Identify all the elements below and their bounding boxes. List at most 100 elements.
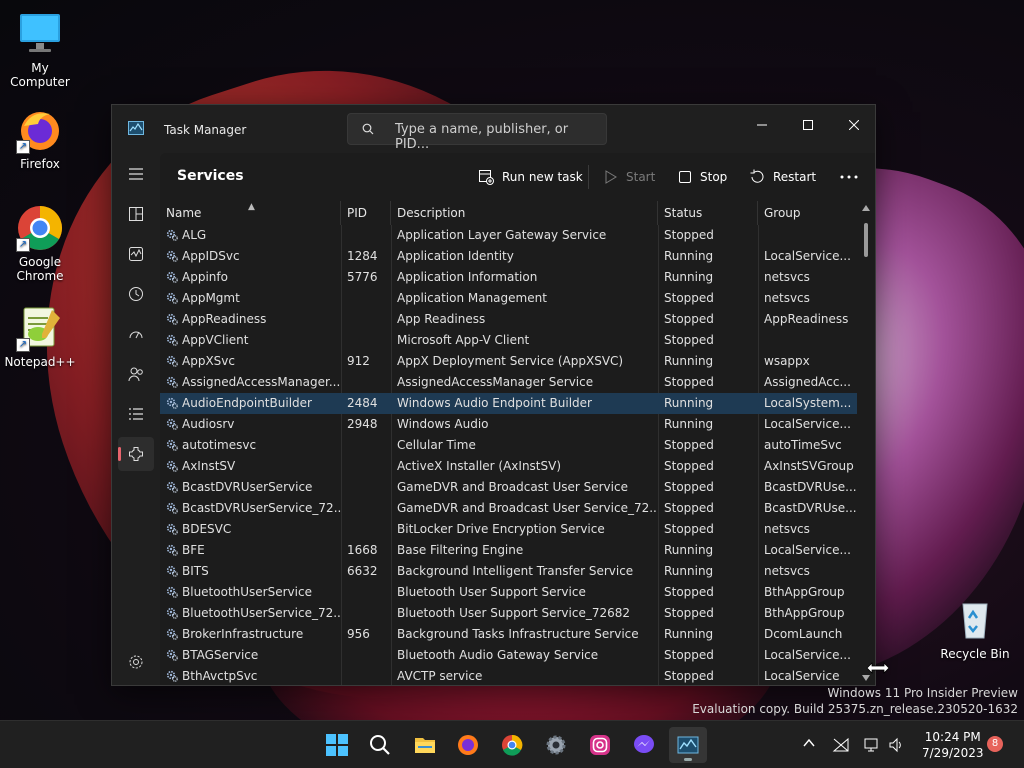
table-row[interactable]: BcastDVRUserService GameDVR and Broadcast… bbox=[160, 477, 857, 498]
start-button[interactable]: Start bbox=[604, 165, 655, 189]
column-header-description[interactable]: Description bbox=[391, 201, 658, 225]
table-row[interactable]: autotimesvc Cellular Time Stopped autoTimeS… bbox=[160, 435, 857, 456]
cell-group: LocalService... bbox=[758, 246, 857, 267]
stop-button[interactable]: Stop bbox=[678, 165, 727, 189]
column-header-name[interactable]: Name ▲ bbox=[160, 201, 341, 225]
table-row[interactable]: AssignedAccessManager... AssignedAccessMa… bbox=[160, 372, 857, 393]
desktop-icon-recycle-bin[interactable]: Recycle Bin bbox=[935, 596, 1015, 661]
start-button-taskbar[interactable] bbox=[318, 727, 356, 763]
notification-badge[interactable]: 8 bbox=[987, 736, 1003, 752]
cell-group-text: LocalService... bbox=[764, 249, 851, 263]
network-disconnected-icon[interactable] bbox=[832, 737, 850, 753]
search-input[interactable]: Type a name, publisher, or PID... bbox=[395, 122, 606, 152]
taskbar-settings[interactable] bbox=[537, 727, 575, 763]
nav-processes[interactable] bbox=[118, 197, 154, 231]
more-options-button[interactable] bbox=[840, 165, 858, 189]
restart-button[interactable]: Restart bbox=[749, 165, 816, 189]
cell-description: Windows Audio bbox=[391, 414, 658, 435]
cell-status-text: Stopped bbox=[664, 228, 714, 242]
column-header-status[interactable]: Status bbox=[658, 201, 758, 225]
cell-pid bbox=[341, 498, 391, 519]
run-new-task-button[interactable]: Run new task bbox=[478, 165, 583, 189]
table-row[interactable]: BFE 1668 Base Filtering Engine Running Local… bbox=[160, 540, 857, 561]
search-box[interactable]: Type a name, publisher, or PID... bbox=[347, 113, 607, 152]
table-row[interactable]: BITS 6632 Background Intelligent Transfer … bbox=[160, 561, 857, 582]
hamburger-menu-button[interactable] bbox=[118, 157, 154, 191]
column-header-label: Status bbox=[664, 206, 703, 220]
column-header-label: Group bbox=[764, 206, 801, 220]
cell-pid: 912 bbox=[341, 351, 391, 372]
table-row[interactable]: BDESVC BitLocker Drive Encryption Service… bbox=[160, 519, 857, 540]
scroll-up-icon[interactable] bbox=[862, 205, 870, 211]
table-row[interactable]: AppIDSvc 1284 Application Identity Running L… bbox=[160, 246, 857, 267]
table-row[interactable]: BrokerInfrastructure 956 Background Tasks … bbox=[160, 624, 857, 645]
vertical-scrollbar[interactable] bbox=[857, 201, 875, 685]
cell-group-text: BcastDVRUse... bbox=[764, 501, 857, 515]
taskbar-firefox[interactable] bbox=[449, 727, 487, 763]
volume-icon[interactable] bbox=[888, 737, 904, 753]
cell-description: Base Filtering Engine bbox=[391, 540, 658, 561]
cell-description: Application Management bbox=[391, 288, 658, 309]
minimize-icon bbox=[757, 124, 767, 126]
cell-description: GameDVR and Broadcast User Service bbox=[391, 477, 658, 498]
desktop-icon-my-computer[interactable]: My Computer bbox=[0, 10, 80, 89]
nav-users[interactable] bbox=[118, 357, 154, 391]
table-row[interactable]: AppMgmt Application Management Stopped nets… bbox=[160, 288, 857, 309]
play-icon bbox=[605, 170, 617, 184]
close-button[interactable] bbox=[831, 111, 877, 141]
desktop-icon-firefox[interactable]: ↗ Firefox bbox=[0, 106, 80, 171]
table-row[interactable]: BTAGService Bluetooth Audio Gateway Servi… bbox=[160, 645, 857, 666]
cell-pid bbox=[341, 288, 391, 309]
column-header-group[interactable]: Group bbox=[758, 201, 857, 225]
table-row[interactable]: BthAvctpSvc AVCTP service Stopped LocalServ… bbox=[160, 666, 857, 685]
cell-description-text: Cellular Time bbox=[397, 438, 476, 452]
chevron-up-icon[interactable] bbox=[803, 737, 815, 749]
table-row[interactable]: BluetoothUserService Bluetooth User Suppo… bbox=[160, 582, 857, 603]
users-icon bbox=[128, 367, 143, 382]
cell-group: BcastDVRUse... bbox=[758, 498, 857, 519]
minimize-button[interactable] bbox=[739, 111, 785, 141]
taskbar-messenger[interactable] bbox=[625, 727, 663, 763]
cell-group: LocalService... bbox=[758, 645, 857, 666]
taskbar-task-manager[interactable] bbox=[669, 727, 707, 763]
table-row[interactable]: Audiosrv 2948 Windows Audio Running LocalSer… bbox=[160, 414, 857, 435]
cell-status: Running bbox=[658, 414, 758, 435]
monitor-icon bbox=[16, 10, 64, 58]
cell-status: Running bbox=[658, 351, 758, 372]
scroll-down-icon[interactable] bbox=[862, 675, 870, 681]
cell-description: Bluetooth User Support Service_72682 bbox=[391, 603, 658, 624]
table-row[interactable]: AppXSvc 912 AppX Deployment Service (AppXS… bbox=[160, 351, 857, 372]
scrollbar-thumb[interactable] bbox=[864, 223, 868, 257]
nav-settings[interactable] bbox=[118, 645, 154, 679]
cell-status-text: Stopped bbox=[664, 648, 714, 662]
table-row[interactable]: BcastDVRUserService_72... GameDVR and Bro… bbox=[160, 498, 857, 519]
title-bar[interactable]: Task Manager Type a name, publisher, or … bbox=[112, 105, 875, 153]
taskbar-instagram[interactable] bbox=[581, 727, 619, 763]
system-clock[interactable]: 10:24 PM 7/29/2023 bbox=[922, 729, 984, 761]
desktop-icon-notepadpp[interactable]: ↗ Notepad++ bbox=[0, 304, 80, 369]
table-row[interactable]: AxInstSV ActiveX Installer (AxInstSV) Stop… bbox=[160, 456, 857, 477]
nav-startup-apps[interactable] bbox=[118, 317, 154, 351]
table-row[interactable]: BluetoothUserService_72... Bluetooth User… bbox=[160, 603, 857, 624]
taskbar-chrome[interactable] bbox=[493, 727, 531, 763]
table-row[interactable]: Appinfo 5776 Application Information Runnin… bbox=[160, 267, 857, 288]
service-gear-icon bbox=[166, 397, 178, 409]
cell-description: AppX Deployment Service (AppXSVC) bbox=[391, 351, 658, 372]
table-row[interactable]: AppVClient Microsoft App-V Client Stopped bbox=[160, 330, 857, 351]
table-row[interactable]: ALG Application Layer Gateway Service Stop… bbox=[160, 225, 857, 246]
nav-services[interactable] bbox=[118, 437, 154, 471]
taskbar-search-button[interactable] bbox=[361, 727, 399, 763]
cell-pid: 956 bbox=[341, 624, 391, 645]
display-icon[interactable] bbox=[864, 737, 880, 753]
nav-performance[interactable] bbox=[118, 237, 154, 271]
cell-name: BthAvctpSvc bbox=[160, 666, 341, 685]
table-row[interactable]: AppReadiness App Readiness Stopped AppReadi… bbox=[160, 309, 857, 330]
nav-app-history[interactable] bbox=[118, 277, 154, 311]
column-header-pid[interactable]: PID bbox=[341, 201, 391, 225]
cell-group: BthAppGroup bbox=[758, 582, 857, 603]
desktop-icon-chrome[interactable]: ↗ Google Chrome bbox=[0, 204, 80, 283]
table-row[interactable]: AudioEndpointBuilder 2484 Windows Audio En… bbox=[160, 393, 857, 414]
nav-details[interactable] bbox=[118, 397, 154, 431]
maximize-button[interactable] bbox=[785, 111, 831, 141]
taskbar-file-explorer[interactable] bbox=[406, 727, 444, 763]
